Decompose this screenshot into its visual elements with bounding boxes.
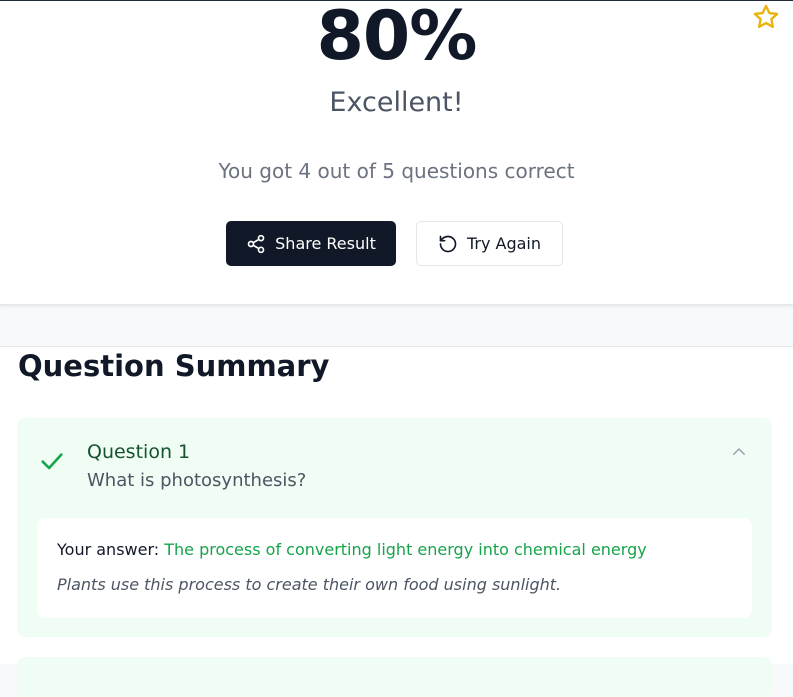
share-result-label: Share Result: [275, 234, 376, 253]
chevron-up-icon[interactable]: [730, 443, 748, 461]
score-subtitle: You got 4 out of 5 questions correct: [218, 159, 575, 183]
question-text: What is photosynthesis?: [87, 470, 307, 491]
try-again-button[interactable]: Try Again: [416, 221, 563, 266]
your-answer-label: Your answer:: [57, 540, 160, 559]
share-result-button[interactable]: Share Result: [226, 221, 396, 266]
answer-explanation: Plants use this process to create their …: [57, 575, 562, 594]
answer-details: Your answer: The process of converting l…: [37, 518, 752, 618]
question-card[interactable]: Question 1 What is photosynthesis? Your …: [17, 418, 772, 637]
rotate-ccw-icon: [439, 235, 457, 252]
star-icon[interactable]: [752, 3, 780, 31]
question-number: Question 1: [87, 441, 191, 463]
share-icon: [247, 234, 265, 253]
summary-title: Question Summary: [18, 349, 330, 383]
result-card: 80% Excellent! You got 4 out of 5 questi…: [0, 0, 793, 305]
your-answer-value: The process of converting light energy i…: [164, 540, 647, 559]
score-percentage: 80%: [316, 0, 478, 76]
score-verdict: Excellent!: [329, 87, 464, 118]
question-summary-section: Question Summary Question 1 What is phot…: [0, 346, 793, 697]
try-again-label: Try Again: [466, 234, 542, 253]
question-card[interactable]: [17, 657, 772, 697]
your-answer-line: Your answer: The process of converting l…: [57, 540, 647, 559]
check-icon: [41, 453, 63, 470]
